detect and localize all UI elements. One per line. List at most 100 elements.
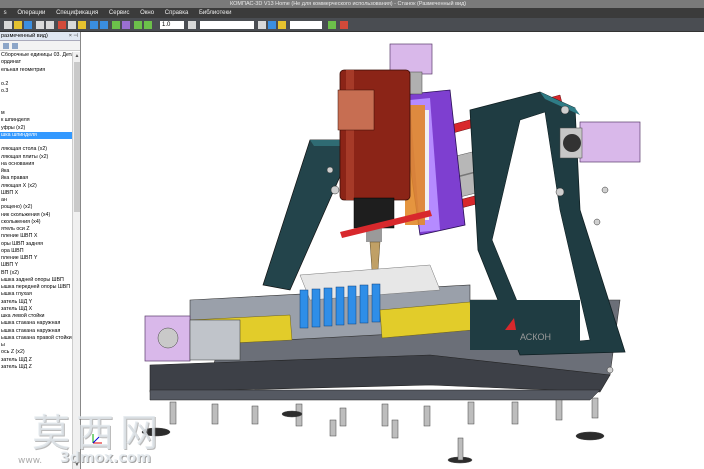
pan-icon[interactable] [112,21,120,29]
scroll-up-icon[interactable]: ▲ [73,52,80,60]
tree-item[interactable]: затель ШД Y [0,299,73,306]
menu-item-file[interactable]: s [4,8,7,18]
title-bar: КОМПАС-3D V13 Home (Не для коммерческого… [0,0,704,8]
tree-item[interactable]: ышка стакана наружная [0,320,73,327]
tree-item[interactable]: рощено) (x2) [0,204,73,211]
menu-item-help[interactable]: Справка [165,8,189,18]
tree-item[interactable]: Сборочные единицы 03. Детал [0,52,73,59]
wireframe-icon[interactable] [258,21,266,29]
y-motor [559,121,641,163]
axis-triad-icon [92,434,102,444]
tree-item[interactable]: о.3 [0,88,73,95]
spindle [337,69,411,271]
tree-item[interactable]: м [0,110,73,117]
tree-item[interactable]: ось Z (x2) [0,349,73,356]
tree-item[interactable]: ышка стакана правой стойки [0,335,73,342]
zoom-input[interactable]: 1.0 [160,21,184,29]
rotate-icon[interactable] [122,21,130,29]
leveling-feet [141,397,605,464]
tree-item[interactable]: ышка глухая [0,291,73,298]
tree-item[interactable]: ляющая X (x2) [0,183,73,190]
tree-item[interactable]: ляющая стола (x2) [0,146,73,153]
cnc-machine-model: АСКОН [141,43,641,464]
tree-item[interactable]: пление ШВП X [0,233,73,240]
tree-item[interactable]: пление ШВП Y [0,255,73,262]
standard-toolbar: 1.0 [0,18,704,32]
preview-icon[interactable] [46,21,54,29]
copy-icon[interactable] [68,21,76,29]
base-plate-edge [149,389,601,401]
window-title: КОМПАС-3D V13 Home (Не для коммерческого… [230,1,467,7]
tree-item[interactable]: шка левой стойки [0,313,73,320]
tree-item[interactable]: затель ШД Z [0,357,73,364]
save-icon[interactable] [24,21,32,29]
tree-item[interactable]: йка [0,168,73,175]
tree-item[interactable]: шка шпинделя [0,131,73,139]
undo-icon[interactable] [90,21,98,29]
rebuild-icon[interactable] [328,21,336,29]
tree-item[interactable]: ышка задней опоры ШВП [0,277,73,284]
zoom-out-icon[interactable] [144,21,152,29]
brand-text: АСКОН [520,332,551,342]
tree-item[interactable]: ник скольжения (x4) [0,212,73,219]
scrollbar-thumb[interactable] [74,62,80,212]
tree-item[interactable]: к шпинделя [0,117,73,124]
model-tree-header: размеченный вид) × ⊣ [0,32,80,41]
open-folder-icon[interactable] [14,21,22,29]
menu-item-window[interactable]: Окно [140,8,154,18]
tree-item[interactable] [0,74,73,81]
stop-icon[interactable] [340,21,348,29]
menu-item-libraries[interactable]: Библиотеки [199,8,232,18]
tree-item[interactable]: ышка стакана наружная [0,328,73,335]
3d-viewport[interactable]: АСКОН [82,32,704,469]
new-document-icon[interactable] [4,21,12,29]
x-motor [144,315,241,362]
zoom-dropdown-icon[interactable] [188,21,196,29]
structure-view-icon[interactable] [12,43,18,49]
tree-item[interactable]: на основания [0,161,73,168]
style-select[interactable] [290,21,322,29]
tree-item[interactable]: ора ШВП [0,248,73,255]
model-tree-panel: размеченный вид) × ⊣ Сборочные единицы 0… [0,32,81,469]
tree-item[interactable]: ельная геометрия [0,67,73,74]
cut-icon[interactable] [58,21,66,29]
tree-item[interactable]: ВП (x2) [0,270,73,277]
brand-panel [470,300,580,350]
orientation-select[interactable] [200,21,254,29]
close-icon[interactable]: × [69,32,72,40]
tree-item[interactable]: ышка передней опоры ШВП [0,284,73,291]
tree-scrollbar[interactable]: ▲ ▼ [72,52,80,469]
tree-item[interactable]: о.2 [0,81,73,88]
tree-item[interactable]: ятель оси Z [0,226,73,233]
tree-item[interactable]: ы [0,342,73,349]
tree-item[interactable]: затель ШД Z [0,364,73,371]
tree-item[interactable]: йка правая [0,175,73,182]
tree-item[interactable]: ан [0,197,73,204]
tree-item[interactable] [0,103,73,110]
tree-item[interactable]: ляющая плиты (x2) [0,154,73,161]
pin-icon[interactable]: ⊣ [73,32,78,40]
scroll-down-icon[interactable]: ▼ [73,461,80,469]
menu-item-service[interactable]: Сервис [109,8,130,18]
heatsink [299,283,381,329]
shaded-icon[interactable] [268,21,276,29]
tree-view-icon[interactable] [3,43,9,49]
model-tree-tab[interactable]: размеченный вид) [1,33,48,39]
tree-item[interactable]: ШВП Y [0,262,73,269]
redo-icon[interactable] [100,21,108,29]
tree-item[interactable] [0,96,73,103]
tree-item[interactable]: уфры (x2) [0,125,73,132]
tree-item[interactable]: скольжения (x4) [0,219,73,226]
zoom-in-icon[interactable] [134,21,142,29]
print-icon[interactable] [36,21,44,29]
perspective-icon[interactable] [278,21,286,29]
menu-item-specification[interactable]: Спецификация [56,8,98,18]
tree-item[interactable] [0,139,73,146]
menu-item-operations[interactable]: Операции [17,8,45,18]
tree-item[interactable]: ординат [0,59,73,66]
tree-item[interactable]: затель ШД X [0,306,73,313]
tree-item[interactable]: оры ШВП задняя [0,241,73,248]
paste-icon[interactable] [78,21,86,29]
menu-bar: s Операции Спецификация Сервис Окно Спра… [0,8,704,18]
tree-item[interactable]: ШВП X [0,190,73,197]
